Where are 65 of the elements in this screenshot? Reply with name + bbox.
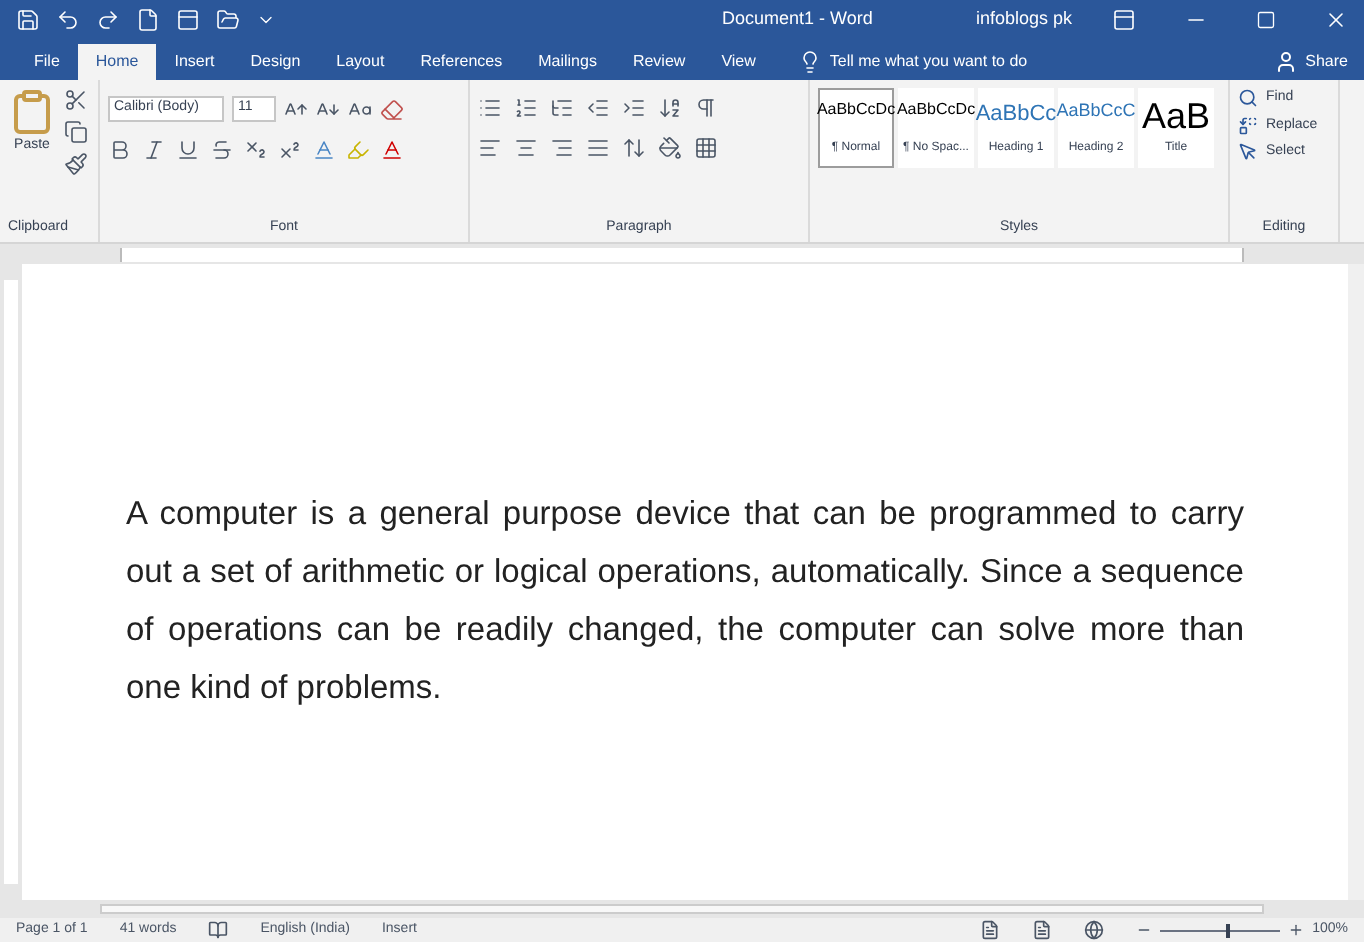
ribbon-tab[interactable]: File	[16, 44, 78, 80]
align-right-icon[interactable]	[550, 136, 574, 160]
share-button[interactable]: Share	[1273, 44, 1348, 80]
text-effects-icon[interactable]	[312, 138, 336, 162]
web-layout-icon[interactable]	[1084, 920, 1105, 940]
multilevel-list-icon[interactable]	[550, 96, 574, 120]
ribbon-tab[interactable]: Home	[77, 44, 157, 80]
justify-icon[interactable]	[586, 136, 610, 160]
zoom-thumb[interactable]	[1226, 923, 1231, 937]
clipboard-icon	[8, 88, 56, 136]
ribbon-tab[interactable]: Layout	[318, 44, 403, 80]
copy-icon[interactable]	[64, 120, 88, 144]
document-paragraph: A computer is a general purpose device that can be programmed to carry out a set of arithmetic or logical operations, automatically. Since a sequence of operations can be readily changed, the computer can solve more than one kind of problems.	[126, 494, 1244, 710]
align-center-icon[interactable]	[514, 136, 538, 160]
ribbon-tab[interactable]: References	[402, 44, 521, 80]
ribbon-tab[interactable]: Insert	[156, 44, 233, 80]
command-icon	[1238, 142, 1258, 163]
undo-icon[interactable]	[56, 8, 80, 32]
pilcrow-icon[interactable]	[694, 96, 718, 120]
proofing-icon[interactable]	[208, 920, 229, 940]
touch-mode-icon[interactable]	[176, 8, 200, 32]
ribbon-tab[interactable]: Mailings	[520, 44, 615, 80]
vertical-scrollbar[interactable]	[1348, 264, 1364, 900]
italic-icon[interactable]	[142, 138, 166, 162]
superscript-icon[interactable]	[278, 138, 302, 162]
lightbulb-icon[interactable]	[797, 50, 822, 74]
font-color-icon[interactable]	[380, 138, 404, 162]
subscript-icon[interactable]	[244, 138, 268, 162]
tell-me-field[interactable]: Tell me what you want to do	[829, 50, 1090, 74]
command-icon	[1238, 115, 1258, 136]
new-document-icon[interactable]	[136, 8, 160, 32]
ribbon-display-icon[interactable]	[1112, 8, 1136, 32]
redo-icon[interactable]	[96, 8, 120, 32]
cut-icon[interactable]	[64, 88, 88, 112]
ribbon-tab[interactable]: Design	[232, 44, 319, 80]
borders-icon[interactable]	[694, 136, 718, 160]
sort-icon[interactable]	[658, 96, 682, 120]
bold-icon[interactable]	[108, 138, 132, 162]
format-painter-icon[interactable]	[64, 152, 88, 176]
horizontal-scrollbar[interactable]	[0, 900, 1364, 918]
align-left-icon[interactable]	[478, 136, 502, 160]
numbering-icon[interactable]	[514, 96, 538, 120]
strikethrough-icon[interactable]	[210, 138, 234, 162]
print-layout-icon[interactable]	[1032, 920, 1053, 940]
decrease-indent-icon[interactable]	[586, 96, 610, 120]
grow-font-icon[interactable]	[284, 97, 308, 121]
command-icon	[1238, 88, 1258, 109]
ribbon-tab[interactable]: View	[703, 44, 774, 80]
shrink-font-icon[interactable]	[316, 97, 340, 121]
line-spacing-icon[interactable]	[622, 136, 646, 160]
increase-indent-icon[interactable]	[622, 96, 646, 120]
window-title: Document1 - Word	[722, 6, 873, 33]
shading-icon[interactable]	[658, 136, 682, 160]
read-mode-icon[interactable]	[980, 920, 1001, 940]
person-icon	[1273, 50, 1298, 74]
underline-icon[interactable]	[176, 138, 200, 162]
maximize-icon[interactable]	[1256, 10, 1276, 30]
zoom-in-icon[interactable]	[1288, 922, 1305, 938]
save-icon[interactable]	[16, 8, 40, 32]
ribbon-tab[interactable]: Review	[614, 44, 704, 80]
close-icon[interactable]	[1324, 8, 1348, 32]
folder-icon[interactable]	[216, 8, 240, 32]
eraser-icon[interactable]	[380, 97, 404, 121]
change-case-icon[interactable]	[348, 97, 372, 121]
user-name[interactable]: infoblogs pk	[975, 6, 1072, 34]
